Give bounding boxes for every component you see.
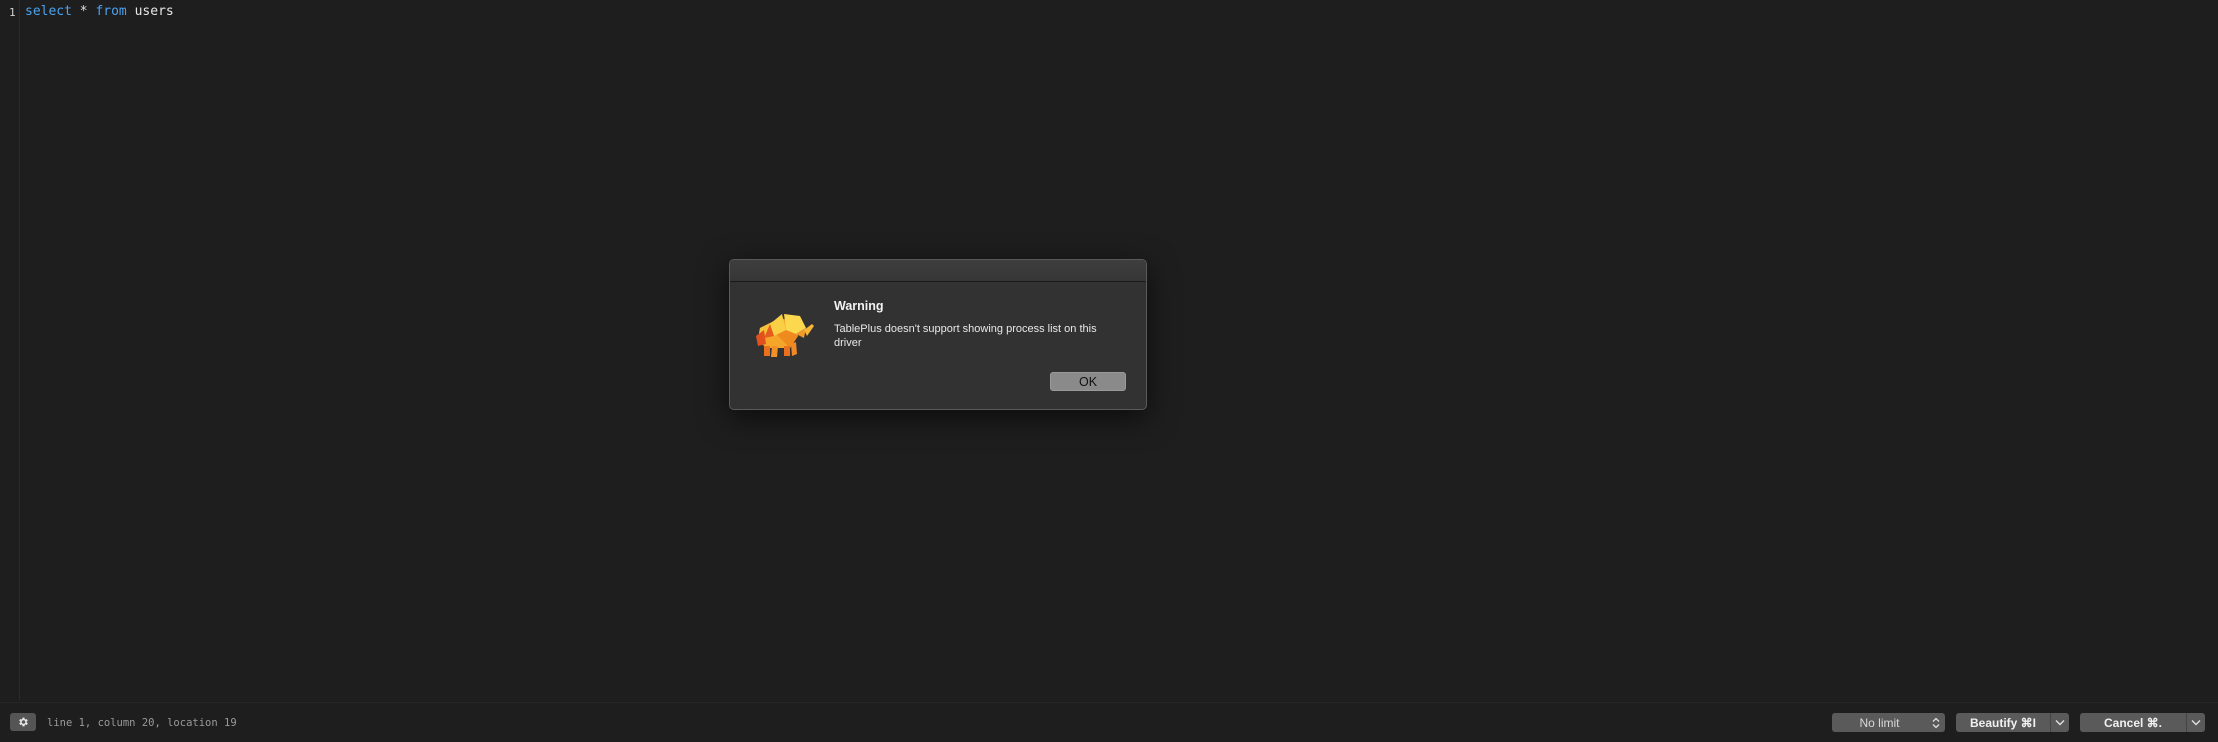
gear-icon [19,717,28,727]
operator-star: * [79,4,88,19]
table-name: users [134,4,174,19]
code-line[interactable]: select * from users [25,4,174,19]
settings-button[interactable] [10,713,36,731]
chevron-down-icon[interactable] [2050,713,2069,732]
row-limit-select[interactable]: No limit [1832,713,1945,732]
line-number: 1 [9,6,16,19]
dialog-message: TablePlus doesn't support showing proces… [834,323,1097,349]
warning-dialog: Warning TablePlus doesn't support showin… [729,259,1147,410]
beautify-button[interactable]: Beautify ⌘I [1956,713,2069,732]
chevron-down-icon[interactable] [2186,713,2205,732]
row-limit-label: No limit [1859,715,1900,730]
cancel-label: Cancel ⌘. [2103,715,2163,730]
beautify-label: Beautify ⌘I [1969,715,2036,730]
line-number-gutter: 1 [0,0,20,700]
dialog-titlebar[interactable] [730,260,1146,282]
cursor-position-status: line 1, column 20, location 19 [47,717,237,729]
up-down-chevron-icon [1927,713,1945,732]
tableplus-elephant-logo-icon [750,300,816,360]
keyword-from: from [95,4,127,19]
dialog-title: Warning [834,299,884,313]
app-window: 1 select * from users line 1, column 20,… [0,0,2218,742]
cancel-query-button[interactable]: Cancel ⌘. [2080,713,2205,732]
keyword-select: select [25,4,72,19]
status-bar: line 1, column 20, location 19 No limit … [0,702,2218,742]
ok-button[interactable]: OK [1050,372,1126,391]
